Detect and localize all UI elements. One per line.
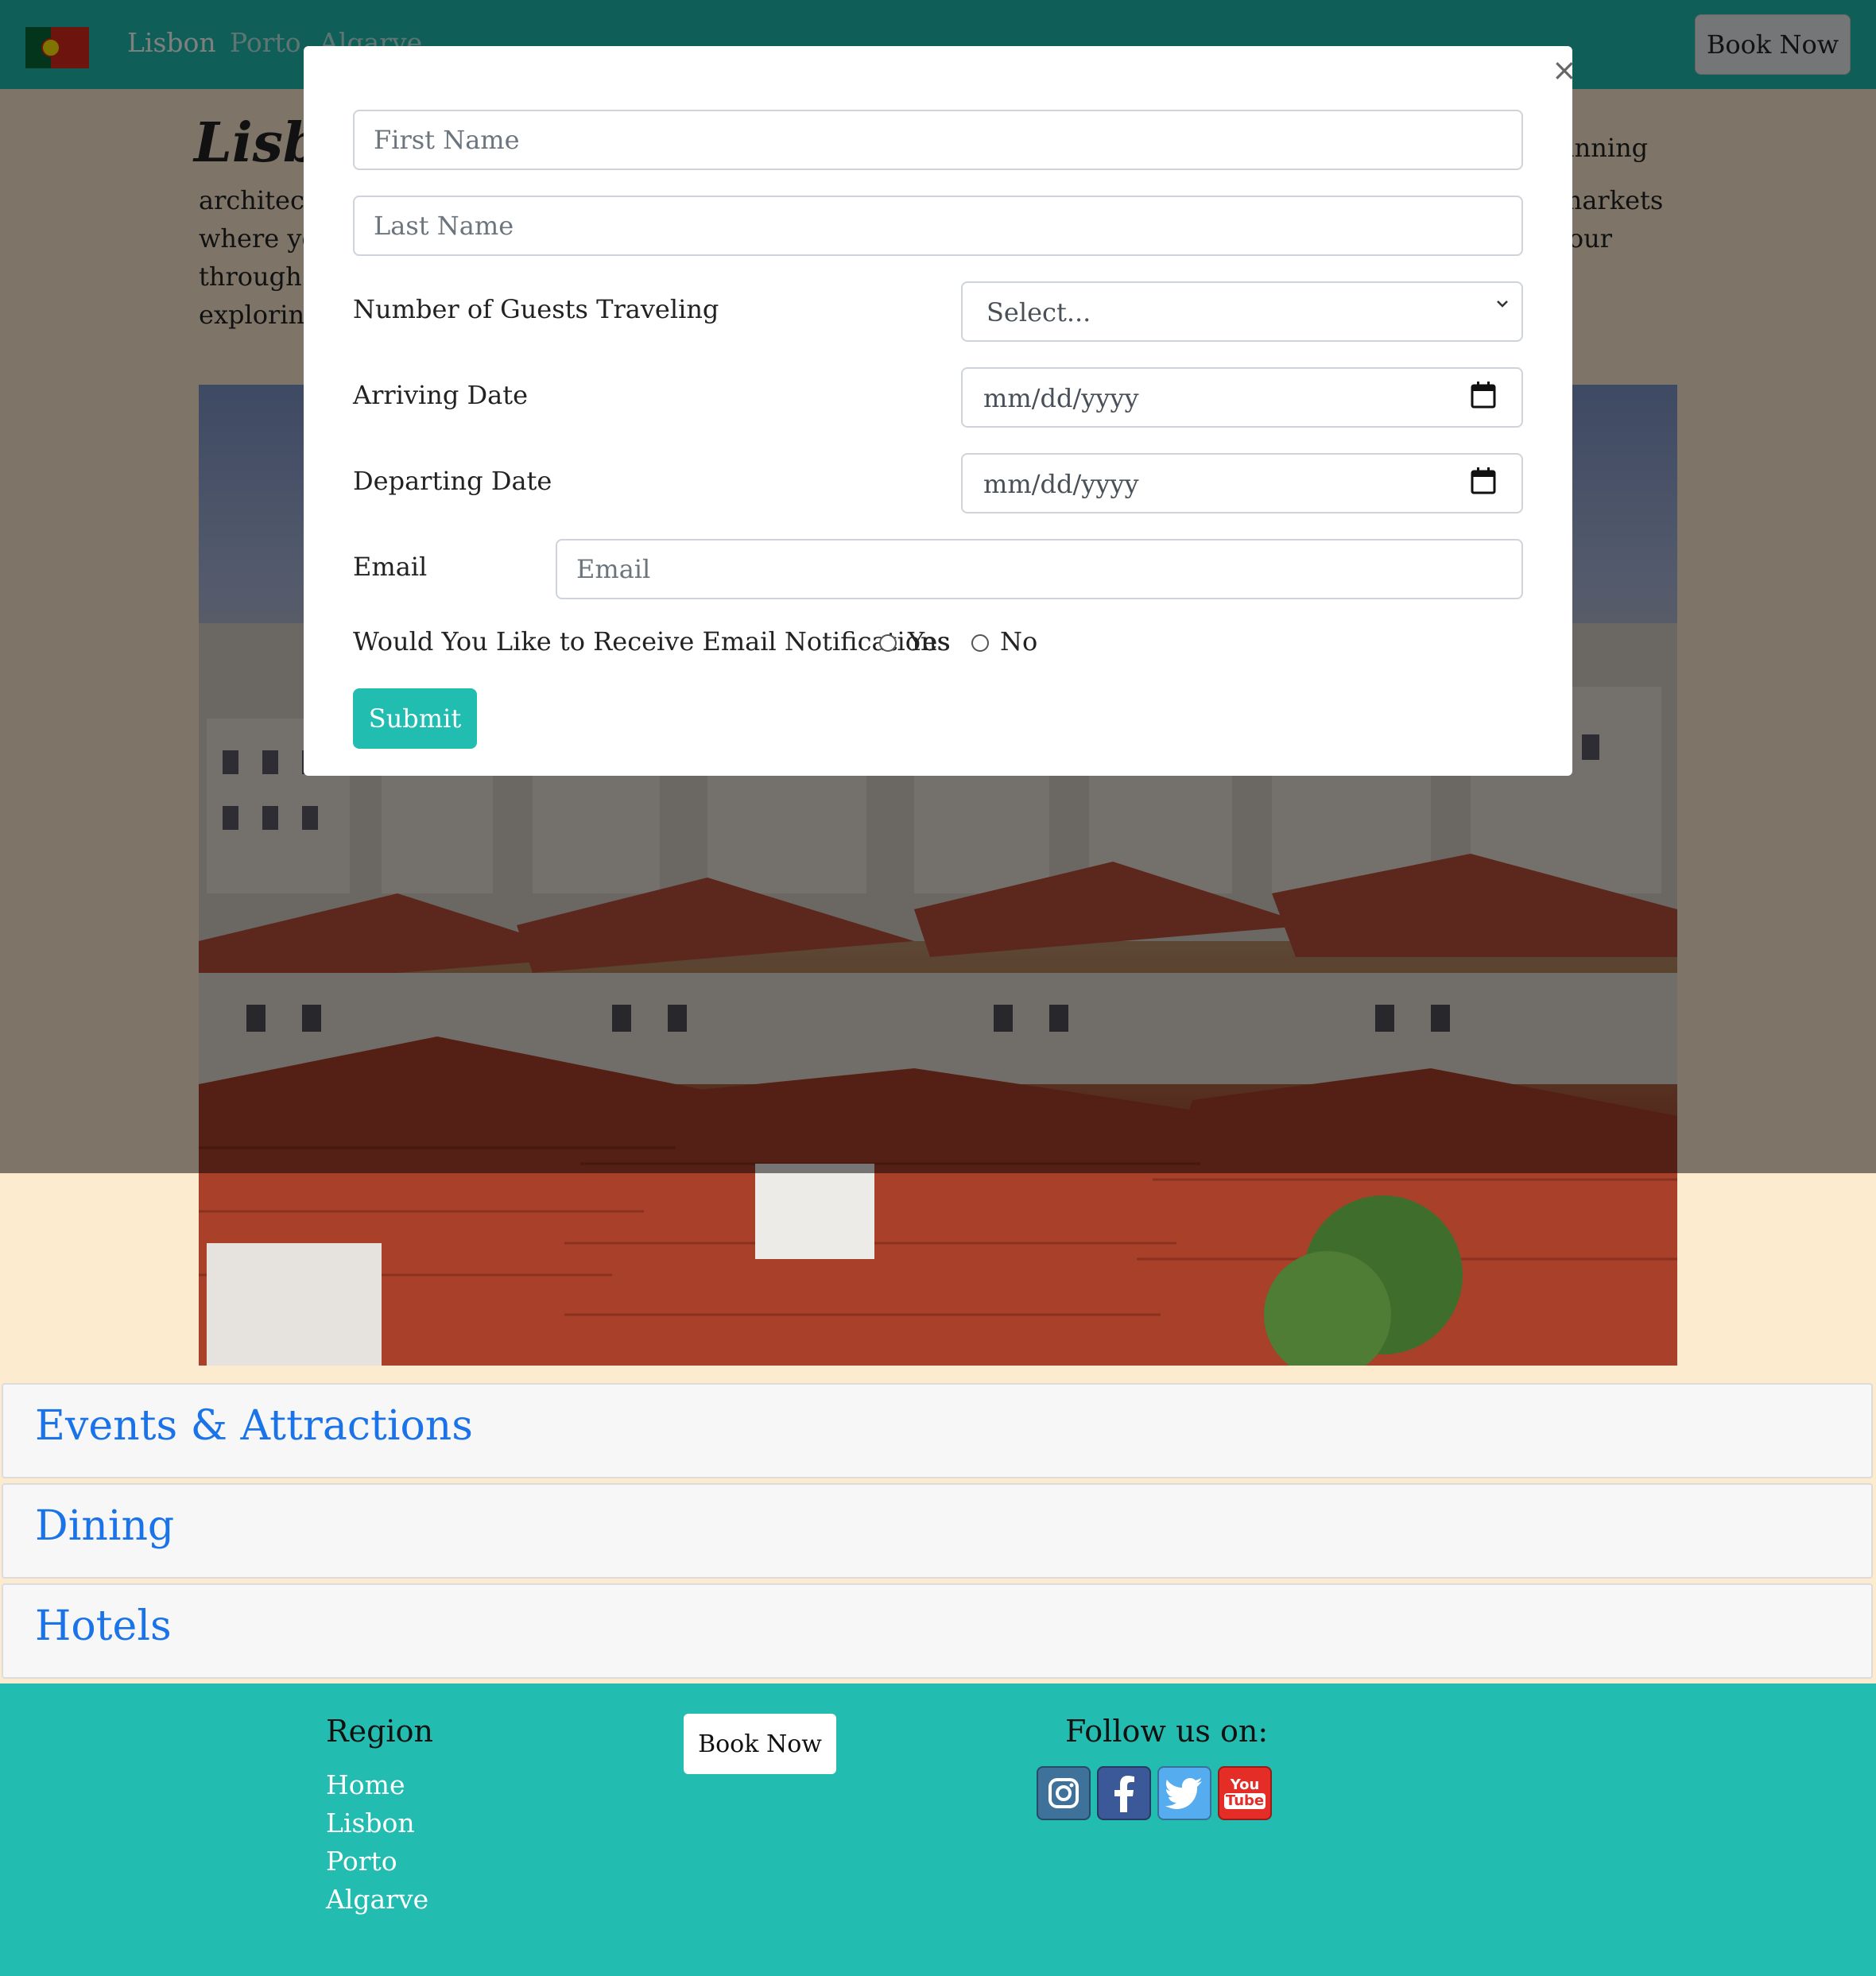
- arriving-date-field[interactable]: mm/dd/yyyy: [961, 367, 1523, 428]
- calendar-icon[interactable]: [1471, 467, 1496, 494]
- submit-button[interactable]: Submit: [353, 688, 477, 749]
- accordion-label: Events & Attractions: [35, 1402, 473, 1450]
- chevron-down-icon: [1497, 300, 1508, 308]
- notifications-yes-radio[interactable]: [879, 634, 897, 652]
- arriving-date-label: Arriving Date: [353, 380, 529, 410]
- first-name-field[interactable]: [353, 110, 1523, 170]
- footer-follow-heading: Follow us on:: [1065, 1714, 1269, 1749]
- guests-select-value: Select...: [986, 297, 1091, 327]
- first-name-input[interactable]: [355, 111, 1521, 169]
- footer-link-home[interactable]: Home: [326, 1769, 405, 1800]
- departing-date-value: mm/dd/yyyy: [983, 469, 1139, 499]
- calendar-icon[interactable]: [1471, 382, 1496, 409]
- last-name-input[interactable]: [355, 197, 1521, 254]
- twitter-icon[interactable]: [1157, 1766, 1211, 1820]
- accordion-events-attractions[interactable]: Events & Attractions: [2, 1383, 1873, 1478]
- footer-link-algarve[interactable]: Algarve: [326, 1884, 428, 1915]
- accordion-dining[interactable]: Dining: [2, 1483, 1873, 1579]
- footer-book-now-button[interactable]: Book Now: [684, 1714, 836, 1774]
- guests-select[interactable]: Select...: [961, 281, 1523, 342]
- footer: [0, 1683, 1876, 1976]
- close-icon[interactable]: ×: [1552, 52, 1577, 87]
- email-input[interactable]: [557, 540, 1521, 598]
- footer-link-lisbon[interactable]: Lisbon: [326, 1807, 415, 1838]
- yes-label: Yes: [908, 626, 951, 657]
- booking-modal: × Number of Guests Traveling Select... A…: [304, 46, 1577, 776]
- accordion-hotels[interactable]: Hotels: [2, 1583, 1873, 1679]
- email-field[interactable]: [556, 539, 1523, 599]
- last-name-field[interactable]: [353, 196, 1523, 256]
- notifications-label: Would You Like to Receive Email Notifica…: [353, 626, 950, 657]
- accordion-label: Hotels: [35, 1602, 172, 1650]
- footer-link-porto[interactable]: Porto: [326, 1846, 397, 1877]
- departing-date-field[interactable]: mm/dd/yyyy: [961, 453, 1523, 513]
- youtube-icon[interactable]: You Tube: [1218, 1766, 1272, 1820]
- notifications-no-radio[interactable]: [971, 634, 989, 652]
- email-label: Email: [353, 552, 428, 582]
- footer-region-heading: Region: [326, 1714, 433, 1749]
- instagram-icon[interactable]: [1037, 1766, 1091, 1820]
- departing-date-label: Departing Date: [353, 466, 552, 496]
- arriving-date-value: mm/dd/yyyy: [983, 383, 1139, 413]
- accordion-label: Dining: [35, 1502, 175, 1550]
- facebook-icon[interactable]: [1097, 1766, 1151, 1820]
- guests-label: Number of Guests Traveling: [353, 294, 719, 324]
- no-label: No: [1000, 626, 1038, 657]
